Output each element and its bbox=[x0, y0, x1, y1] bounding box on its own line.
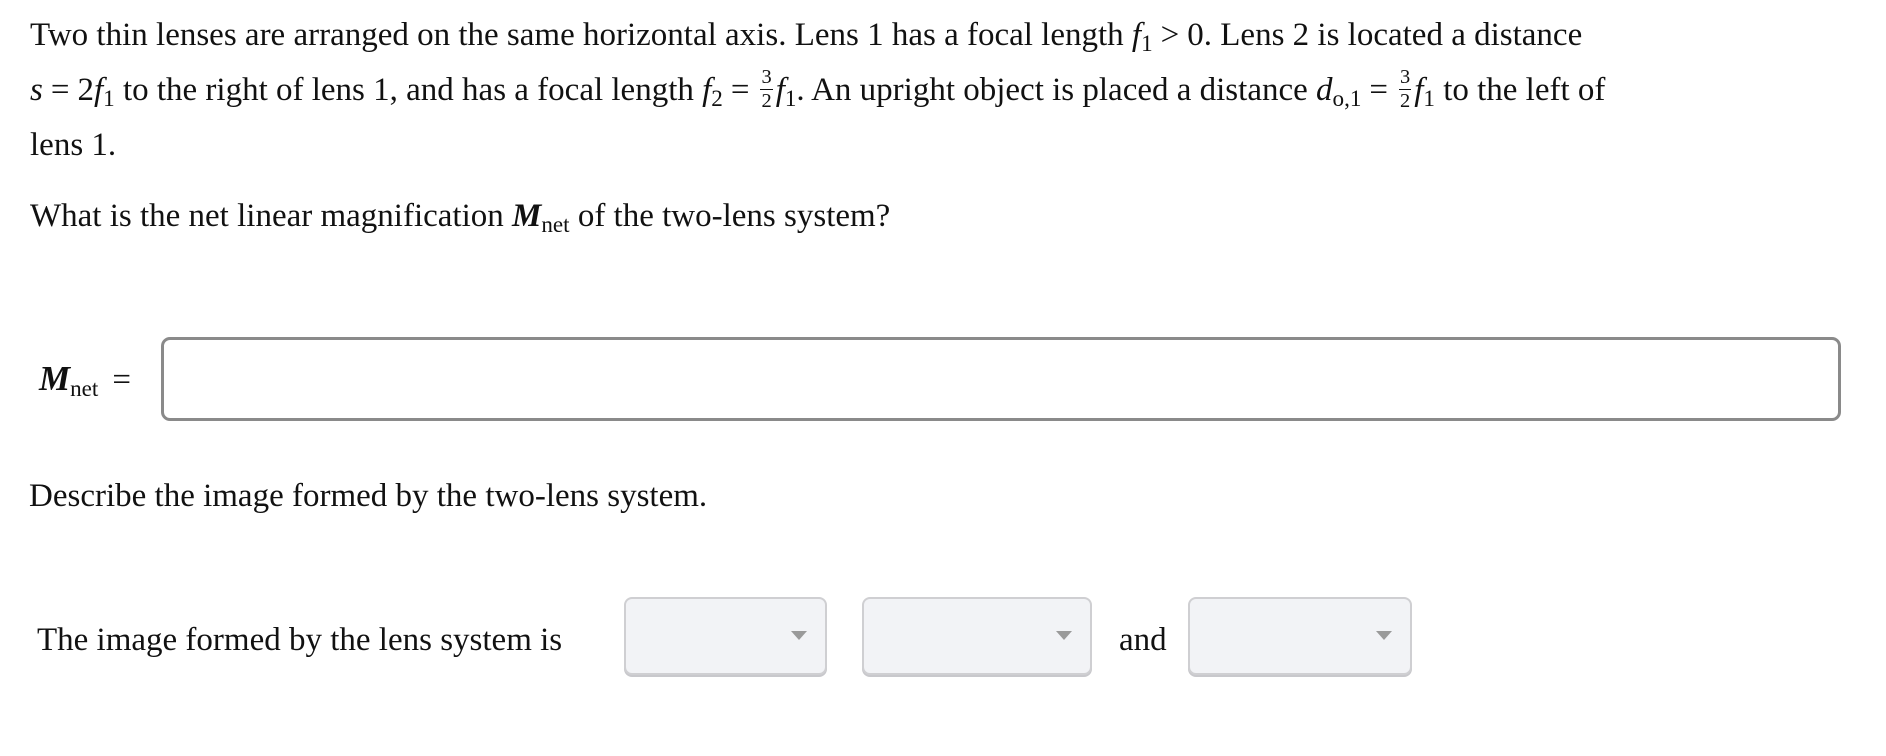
math-do1: do,1 bbox=[1316, 72, 1362, 111]
math-fraction: 32 bbox=[760, 66, 773, 112]
image-type-dropdown[interactable] bbox=[862, 597, 1092, 675]
math-coef: 2 bbox=[77, 72, 94, 108]
math-eq: = bbox=[730, 72, 750, 108]
problem-text: to the left of bbox=[1443, 72, 1606, 108]
math-eq: = bbox=[1369, 72, 1389, 108]
problem-text: to the right of lens 1, and has a focal … bbox=[122, 72, 694, 108]
math-eq: = bbox=[112, 362, 131, 398]
math-f2: f2 bbox=[702, 72, 723, 111]
math-s: s bbox=[30, 72, 43, 108]
problem-text: . An upright object is placed a distance bbox=[796, 72, 1308, 108]
math-M: M bbox=[39, 359, 71, 398]
caret-down-icon bbox=[791, 631, 807, 640]
problem-text: Two thin lenses are arranged on the same… bbox=[30, 17, 1124, 53]
image-size-dropdown[interactable] bbox=[1188, 597, 1412, 675]
problem-line-3: lens 1. bbox=[30, 127, 117, 163]
math-M-net: Mnet bbox=[512, 198, 570, 237]
math-f1: f1 bbox=[1414, 72, 1435, 111]
math-f1: f1 bbox=[775, 72, 797, 111]
magnification-answer-row: Mnet = bbox=[0, 337, 1886, 421]
conjunction-text: and bbox=[1119, 622, 1167, 658]
math-sub-net: net bbox=[70, 374, 99, 401]
describe-sentence: The image formed by the lens system is bbox=[37, 622, 563, 658]
problem-text: 0. Lens 2 is located a distance bbox=[1187, 17, 1583, 53]
math-fraction: 32 bbox=[1399, 66, 1412, 112]
problem-line-2: s = 2f1 to the right of lens 1, and has a … bbox=[30, 63, 1870, 118]
math-f1: f1 bbox=[1131, 17, 1153, 56]
problem-line-1: Two thin lenses are arranged on the same… bbox=[30, 8, 1870, 63]
math-eq: = bbox=[50, 72, 70, 108]
magnification-input[interactable] bbox=[161, 337, 1841, 421]
magnification-label: Mnet = bbox=[39, 359, 131, 400]
question-part: of the two-lens system? bbox=[577, 198, 891, 234]
question-part: What is the net linear magnification bbox=[30, 198, 504, 234]
describe-prompt: Describe the image formed by the two-len… bbox=[29, 478, 708, 514]
caret-down-icon bbox=[1376, 631, 1392, 640]
math-f1: f1 bbox=[93, 72, 115, 111]
image-orientation-dropdown[interactable] bbox=[624, 597, 827, 675]
problem-statement: Two thin lenses are arranged on the same… bbox=[30, 8, 1870, 173]
caret-down-icon bbox=[1056, 631, 1072, 640]
question-text: What is the net linear magnification Mne… bbox=[30, 196, 890, 236]
math-gt: > bbox=[1160, 17, 1180, 53]
